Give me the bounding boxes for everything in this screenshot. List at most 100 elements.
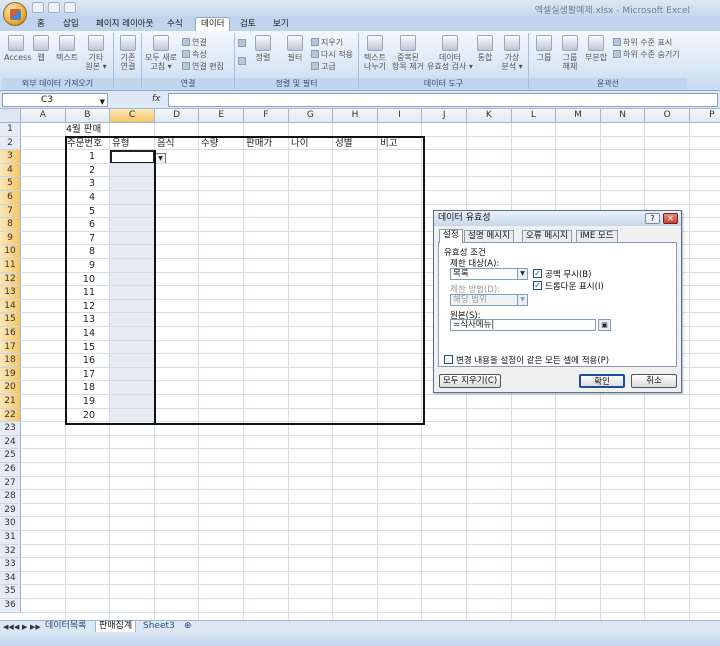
collapse-dialog-icon[interactable]: ▣ <box>598 319 611 331</box>
sort-desc-button[interactable] <box>238 57 248 66</box>
row-header-10[interactable]: 10 <box>0 245 21 259</box>
row-header-13[interactable]: 13 <box>0 286 21 300</box>
row-header-5[interactable]: 5 <box>0 177 21 191</box>
row-header-29[interactable]: 29 <box>0 503 21 518</box>
column-header-i[interactable]: I <box>377 109 423 123</box>
column-header-o[interactable]: O <box>645 109 690 123</box>
row-header-32[interactable]: 32 <box>0 544 21 559</box>
row-header-1[interactable]: 1 <box>0 123 21 137</box>
tab-review[interactable]: 검토 <box>240 18 256 31</box>
data-validation-button[interactable]: 데이터 유효성 검사 ▾ <box>427 35 473 71</box>
row-header-28[interactable]: 28 <box>0 490 21 504</box>
last-sheet-button[interactable]: ▶▶ <box>30 623 41 631</box>
column-header-g[interactable]: G <box>288 109 334 123</box>
text-to-columns-button[interactable]: 텍스트 나누기 <box>361 35 389 71</box>
tab-formulas[interactable]: 수식 <box>167 18 183 31</box>
row-header-17[interactable]: 17 <box>0 340 21 355</box>
row-header-19[interactable]: 19 <box>0 367 21 382</box>
column-header-b[interactable]: B <box>65 109 111 123</box>
row-header-36[interactable]: 36 <box>0 599 21 613</box>
tab-insert[interactable]: 삽입 <box>63 18 79 31</box>
function-icon[interactable]: fx <box>152 94 161 104</box>
row-header-26[interactable]: 26 <box>0 463 21 477</box>
row-header-4[interactable]: 4 <box>0 163 21 178</box>
subtotal-button[interactable]: 부분합 <box>583 35 609 62</box>
row-header-14[interactable]: 14 <box>0 299 21 314</box>
name-box[interactable]: C3 ▼ <box>2 93 108 107</box>
prev-sheet-button[interactable]: ◀ <box>14 623 19 631</box>
remove-duplicates-button[interactable]: 중복된 항목 제거 <box>391 35 425 71</box>
sort-button[interactable]: 정렬 <box>251 35 275 62</box>
name-box-dropdown-icon[interactable]: ▼ <box>100 96 105 108</box>
row-header-8[interactable]: 8 <box>0 218 21 232</box>
allow-select[interactable]: 목록 ▼ <box>450 268 528 280</box>
row-header-2[interactable]: 2 <box>0 136 21 151</box>
first-sheet-button[interactable]: ◀◀ <box>3 623 14 631</box>
formula-input[interactable] <box>168 93 718 107</box>
column-header-a[interactable]: A <box>21 109 66 123</box>
row-header-18[interactable]: 18 <box>0 354 21 368</box>
row-header-30[interactable]: 30 <box>0 517 21 531</box>
row-header-20[interactable]: 20 <box>0 381 21 395</box>
row-header-16[interactable]: 16 <box>0 327 21 341</box>
ok-button[interactable]: 확인 <box>579 374 625 388</box>
column-header-l[interactable]: L <box>511 109 557 123</box>
tab-view[interactable]: 보기 <box>273 18 289 31</box>
row-header-6[interactable]: 6 <box>0 191 21 205</box>
tab-ime-mode[interactable]: IME 모드 <box>576 230 618 242</box>
row-header-33[interactable]: 33 <box>0 558 21 572</box>
column-header-e[interactable]: E <box>199 109 244 123</box>
sort-asc-button[interactable] <box>238 39 248 48</box>
close-icon[interactable]: ✕ <box>663 213 678 224</box>
show-detail-button[interactable]: 하위 수준 표시 <box>613 37 672 48</box>
filter-button[interactable]: 필터 <box>283 35 307 62</box>
column-header-h[interactable]: H <box>333 109 378 123</box>
column-header-d[interactable]: D <box>154 109 200 123</box>
refresh-all-button[interactable]: 모두 새로 고침 ▾ <box>144 35 178 71</box>
ignore-blank-checkbox[interactable]: ✓ <box>533 269 542 278</box>
hide-detail-button[interactable]: 하위 수준 숨기기 <box>613 49 680 60</box>
what-if-button[interactable]: 가상 분석 ▾ <box>499 35 525 71</box>
column-header-j[interactable]: J <box>422 109 467 123</box>
cancel-button[interactable]: 취소 <box>631 374 677 388</box>
row-header-25[interactable]: 25 <box>0 449 21 463</box>
source-input[interactable]: =식사메뉴| <box>450 319 596 331</box>
tab-input-message[interactable]: 설명 메시지 <box>464 230 514 242</box>
web-button[interactable]: 웹 <box>32 35 50 62</box>
ungroup-button[interactable]: 그룹 해제 <box>559 35 581 71</box>
row-header-31[interactable]: 31 <box>0 531 21 545</box>
edit-links-button[interactable]: 연결 편집 <box>182 61 224 72</box>
row-header-27[interactable]: 27 <box>0 476 21 491</box>
tab-data[interactable]: 데이터 <box>195 17 231 32</box>
column-header-p[interactable]: P <box>690 109 720 123</box>
row-header-23[interactable]: 23 <box>0 422 21 436</box>
existing-connections-button[interactable]: 기존 연결 <box>116 35 140 71</box>
row-header-12[interactable]: 12 <box>0 272 21 287</box>
column-header-f[interactable]: F <box>244 109 289 123</box>
select-all-corner[interactable] <box>0 109 21 123</box>
text-import-button[interactable]: 텍스트 <box>54 35 80 62</box>
tab-settings[interactable]: 설정 <box>439 229 463 243</box>
help-icon[interactable]: ? <box>645 213 660 224</box>
row-header-15[interactable]: 15 <box>0 313 21 327</box>
row-header-22[interactable]: 22 <box>0 408 21 423</box>
next-sheet-button[interactable]: ▶ <box>22 623 27 631</box>
connections-button[interactable]: 연결 <box>182 37 207 48</box>
dropdown-checkbox[interactable]: ✓ <box>533 281 542 290</box>
access-button[interactable]: Access <box>4 35 31 62</box>
row-header-35[interactable]: 35 <box>0 585 21 599</box>
other-sources-button[interactable]: 기타 원본 ▾ <box>82 35 110 71</box>
tab-home[interactable]: 홈 <box>37 18 45 31</box>
clear-button[interactable]: 지우기 <box>311 37 343 48</box>
column-header-m[interactable]: M <box>556 109 601 123</box>
group-button[interactable]: 그룹 <box>533 35 555 62</box>
tab-error-alert[interactable]: 오류 메시지 <box>522 230 572 242</box>
row-header-34[interactable]: 34 <box>0 571 21 586</box>
row-header-3[interactable]: 3 <box>0 150 21 164</box>
consolidate-button[interactable]: 통합 <box>473 35 497 62</box>
properties-button[interactable]: 속성 <box>182 49 207 60</box>
column-header-c[interactable]: C <box>110 109 155 123</box>
office-button[interactable] <box>3 2 27 26</box>
sheet-title-cell[interactable]: 4월 판매 <box>66 123 101 136</box>
row-header-21[interactable]: 21 <box>0 395 21 409</box>
